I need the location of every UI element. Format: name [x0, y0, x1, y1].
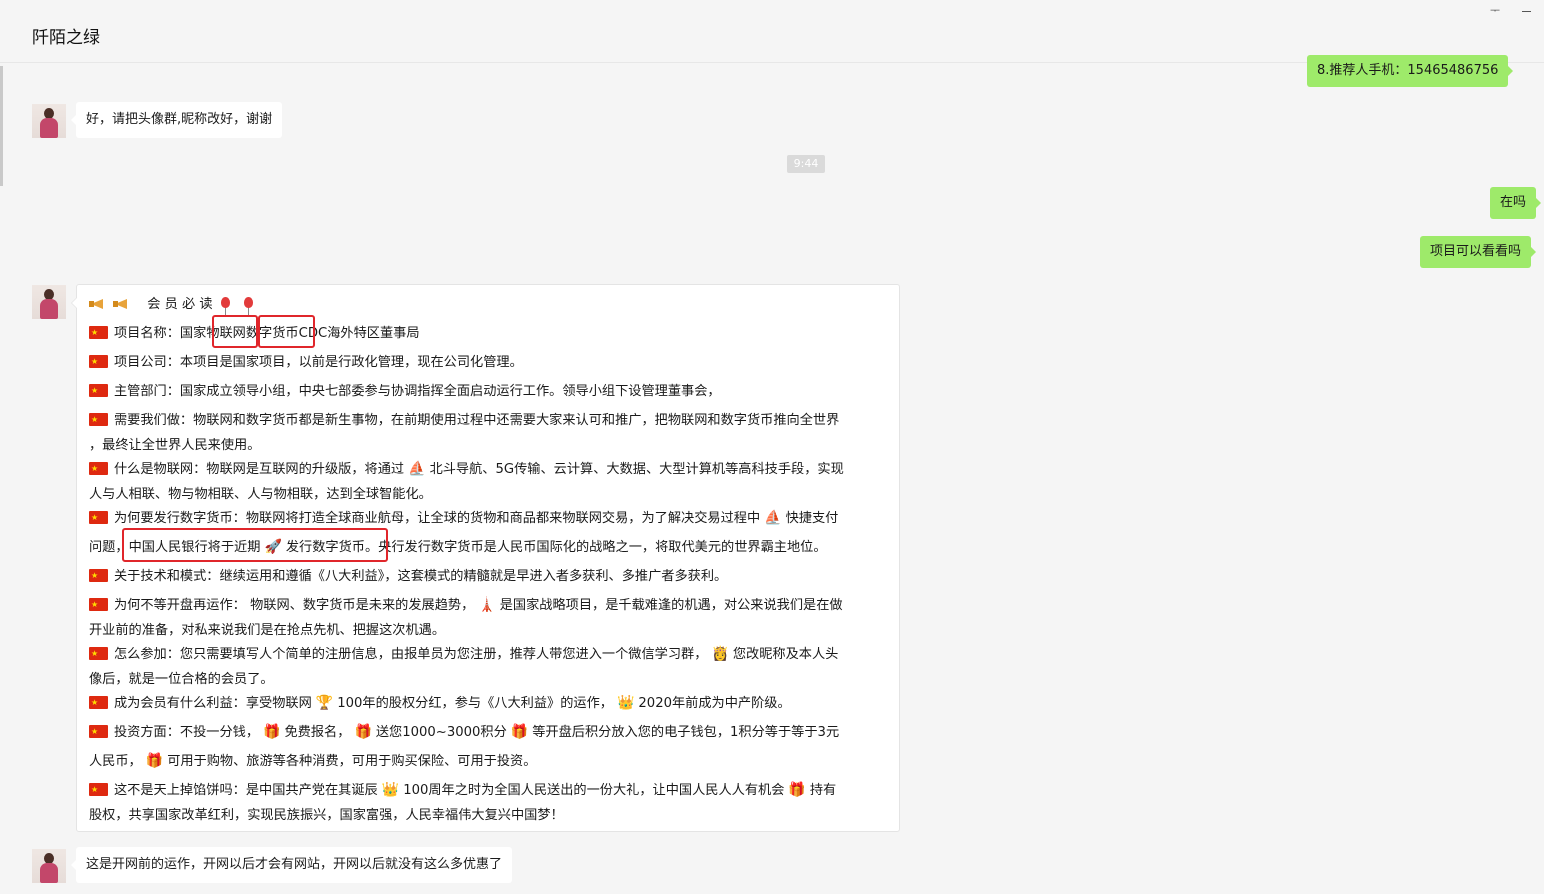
sailboat-icon: ⛵: [764, 510, 782, 526]
gift-icon: 🎁: [263, 724, 281, 740]
china-flag-icon: [89, 410, 108, 430]
message-timestamp: 9:44: [787, 155, 825, 173]
highlight-box: [122, 528, 388, 562]
pin-icon[interactable]: ᅮ: [1486, 2, 1504, 20]
announcement-line: 成为会员有什么利益：享受物联网🏆100年的股权分红，参与《八大利益》的运作，👑2…: [89, 693, 791, 714]
china-flag-icon: [89, 693, 108, 713]
my-message-bubble[interactable]: 8.推荐人手机：15465486756: [1307, 55, 1514, 87]
gift-icon: 🎁: [788, 782, 806, 798]
china-flag-icon: [89, 508, 108, 528]
balloon-icon: [220, 297, 230, 315]
announcement-line: ，最终让全世界人民来使用。: [89, 438, 261, 453]
announcement-line: 投资方面：不投一分钱，🎁免费报名，🎁送您1000~3000积分🎁等开盘后积分放入…: [89, 722, 839, 743]
scrollbar[interactable]: [0, 66, 3, 186]
announcement-line: 需要我们做：物联网和数字货币都是新生事物，在前期使用过程中还需要大家来认可和推广…: [89, 410, 839, 431]
announcement-line: 股权，共享国家改革红利，实现民族振兴，国家富强，人民幸福伟大复兴中国梦！: [89, 808, 564, 823]
chat-header: 阡陌之绿 ᅮ: [0, 0, 1544, 63]
crown-icon: 👑: [381, 782, 400, 798]
party-horn-icon: [113, 295, 133, 311]
china-flag-icon: [89, 780, 108, 800]
sailboat-icon: ⛵: [408, 461, 426, 477]
their-message-bubble[interactable]: 好，请把头像群,昵称改好，谢谢: [70, 102, 283, 138]
crown-icon: 👑: [616, 695, 635, 711]
china-flag-icon: [89, 323, 108, 343]
their-message-bubble[interactable]: 这是开网前的运作，开网以后才会有网站，开网以后就没有这么多优惠了: [70, 847, 513, 883]
highlight-box: [258, 315, 315, 348]
announcement-line: 关于技术和模式：继续运用和遵循《八大利益》，这套模式的精髓就是早进入者多获利、多…: [89, 566, 727, 587]
avatar[interactable]: [32, 849, 66, 883]
gift-icon: 🎁: [354, 724, 372, 740]
china-flag-icon: [89, 644, 108, 664]
announcement-bubble[interactable]: 会 员 必 读 项目名称：国家物联网数字货币CDC海外特区董事局 项目公司：本项…: [71, 284, 900, 832]
china-flag-icon: [89, 566, 108, 586]
trophy-icon: 🏆: [315, 695, 334, 711]
chat-title: 阡陌之绿: [32, 28, 100, 48]
china-flag-icon: [89, 381, 108, 401]
highlight-box: [212, 315, 258, 348]
princess-icon: 👸: [711, 646, 729, 662]
announcement-line: 为何不等开盘再运作： 物联网、数字货币是未来的发展趋势，🗼是国家战略项目，是千载…: [89, 595, 843, 616]
gift-icon: 🎁: [145, 753, 164, 769]
announcement-line: 项目公司：本项目是国家项目，以前是行政化管理，现在公司化管理。: [89, 352, 523, 373]
tower-icon: 🗼: [478, 597, 496, 613]
avatar[interactable]: [32, 104, 66, 138]
my-message-bubble[interactable]: 在吗: [1490, 187, 1542, 219]
announcement-line: 主管部门：国家成立领导小组，中央七部委参与协调指挥全面启动运行工作。领导小组下设…: [89, 381, 721, 402]
minimize-icon[interactable]: [1518, 2, 1536, 20]
china-flag-icon: [89, 352, 108, 372]
announcement-line: 人民币， 🎁 可用于购物、旅游等各种消费，可用于购买保险、可用于投资。: [89, 753, 537, 769]
announcement-heading: 会 员 必 读: [89, 295, 263, 315]
announcement-line: 怎么参加：您只需要填写人个简单的注册信息，由报单员为您注册，推荐人带您进入一个微…: [89, 644, 838, 665]
announcement-line: 人与人相联、物与物相联、人与物相联，达到全球智能化。: [89, 487, 432, 502]
heading-text: 会 员 必 读: [147, 297, 213, 312]
announcement-line: 为何要发行数字货币：物联网将打造全球商业航母，让全球的货物和商品都来物联网交易，…: [89, 508, 838, 529]
china-flag-icon: [89, 595, 108, 615]
announcement-line: 这不是天上掉馅饼吗：是中国共产党在其诞辰👑100周年之时为全国人民送出的一份大礼…: [89, 780, 836, 801]
announcement-line: 像后，就是一位合格的会员了。: [89, 672, 274, 687]
announcement-line: 开业前的准备，对私来说我们是在抢点先机、把握这次机遇。: [89, 623, 446, 638]
my-message-bubble[interactable]: 项目可以看看吗: [1420, 236, 1537, 268]
avatar[interactable]: [32, 285, 66, 319]
china-flag-icon: [89, 459, 108, 479]
balloon-icon: [243, 297, 253, 315]
china-flag-icon: [89, 722, 108, 742]
gift-icon: 🎁: [510, 724, 529, 740]
party-horn-icon: [89, 295, 109, 311]
announcement-line: 什么是物联网：物联网是互联网的升级版，将通过⛵北斗导航、5G传输、云计算、大数据…: [89, 459, 844, 480]
